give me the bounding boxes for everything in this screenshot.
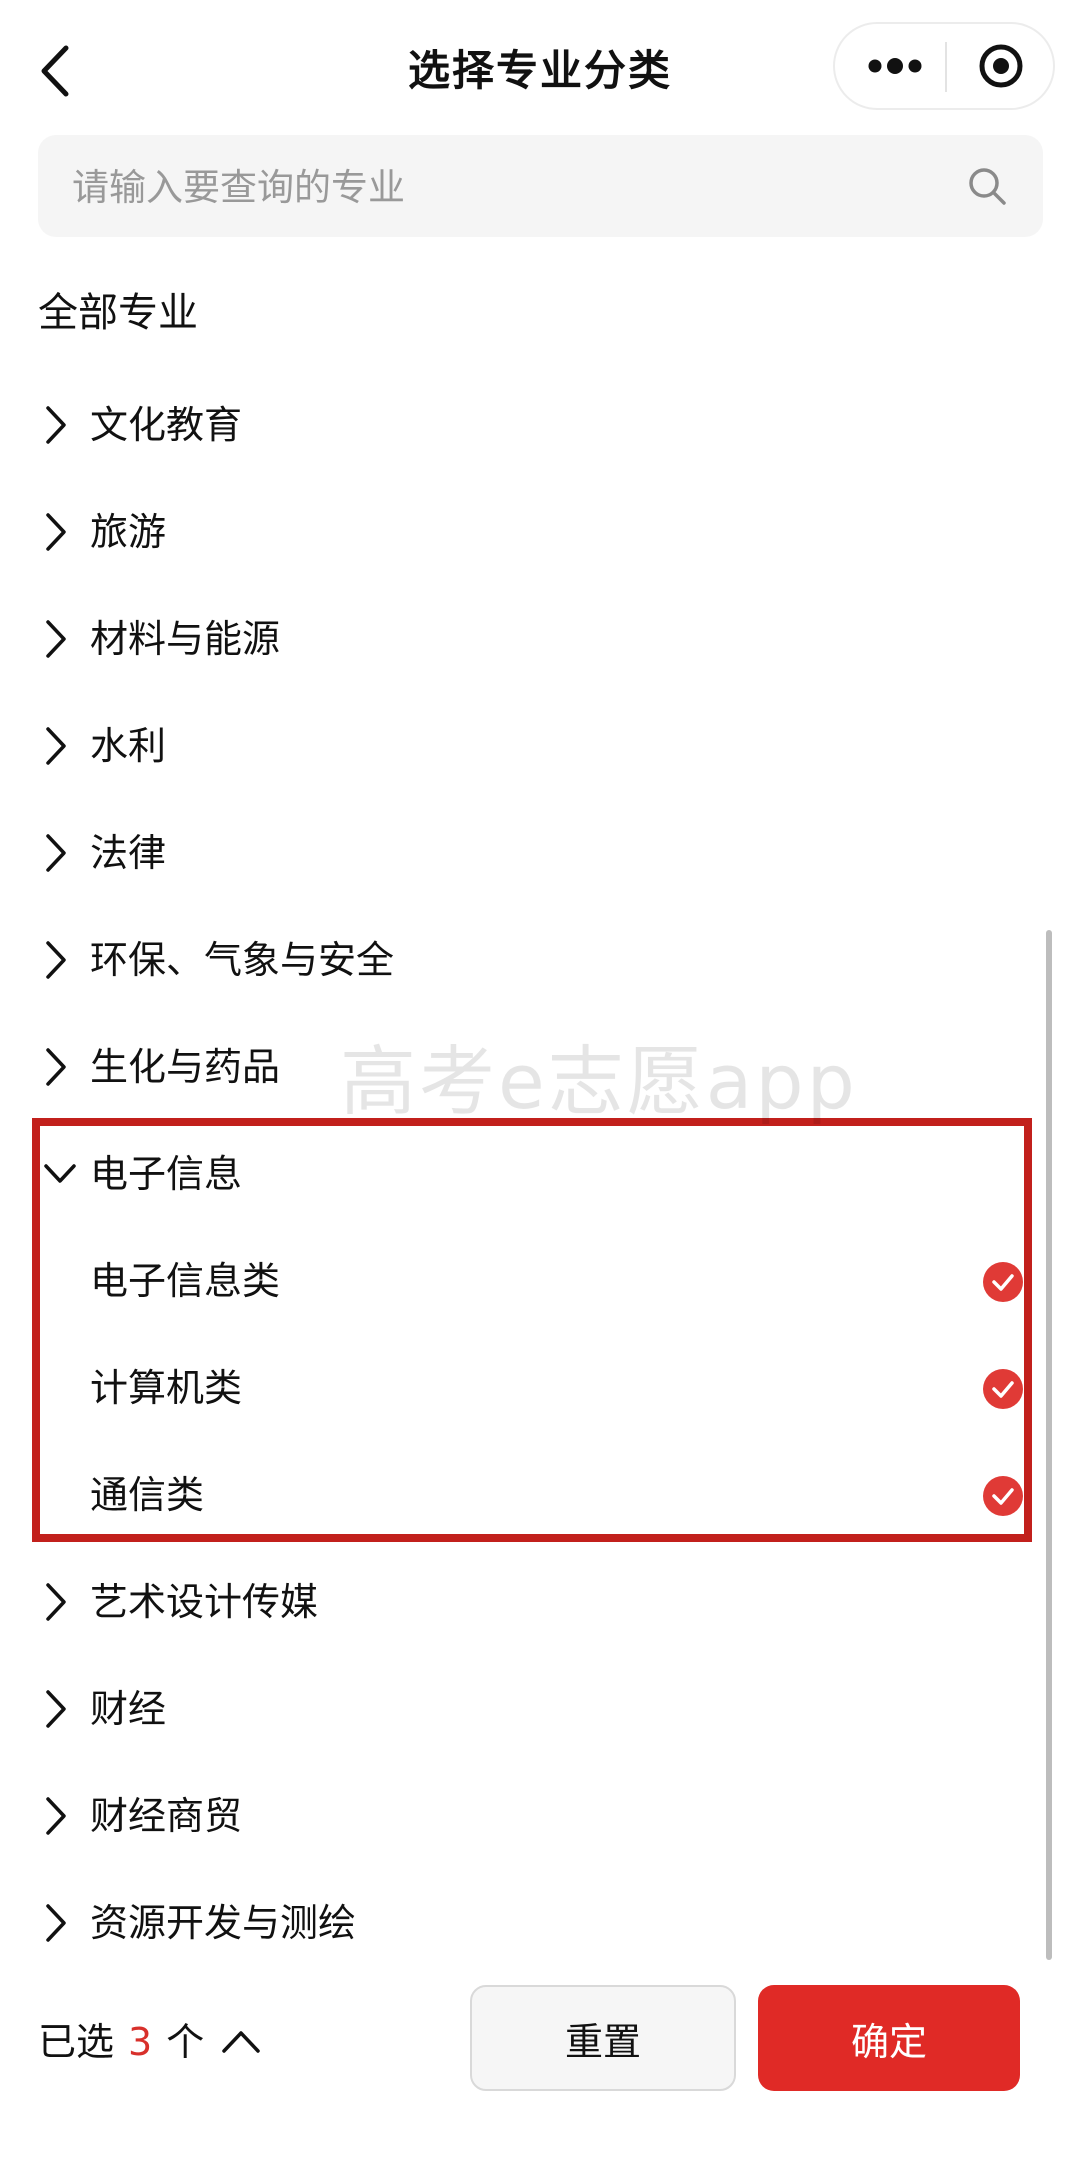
scrollbar[interactable] [1046, 930, 1052, 1960]
category-label: 资源开发与测绘 [90, 1901, 357, 1945]
category-row[interactable]: 艺术设计传媒 [0, 1549, 1080, 1656]
subcategory-row[interactable]: 通信类 [0, 1442, 1080, 1549]
search-icon[interactable] [964, 163, 1012, 211]
subcategory-row[interactable]: 计算机类 [0, 1335, 1080, 1442]
chevron-right-icon [46, 1797, 66, 1835]
chevron-right-icon [46, 513, 66, 551]
category-label: 环保、气象与安全 [90, 938, 395, 982]
reset-button[interactable]: 重置 [470, 1985, 736, 2091]
chevron-right-icon [46, 727, 66, 765]
category-label: 艺术设计传媒 [90, 1580, 319, 1624]
chevron-right-icon [46, 1583, 66, 1621]
category-label: 材料与能源 [90, 617, 281, 661]
confirm-button[interactable]: 确定 [758, 1985, 1020, 2091]
subcategory-row[interactable]: 电子信息类 [0, 1228, 1080, 1335]
chevron-right-icon [46, 620, 66, 658]
chevron-right-icon [46, 941, 66, 979]
selected-summary: 已选 3 个 [38, 2007, 204, 2077]
chevron-down-icon [44, 1164, 76, 1183]
category-row[interactable]: 财经商贸 [0, 1763, 1080, 1870]
target-circle-icon [979, 44, 1023, 88]
category-list: 文化教育 旅游 材料与能源 水利 法律 环保、气象与安全 生化与药品 电子信息 … [0, 372, 1080, 1977]
category-label: 电子信息 [90, 1152, 243, 1196]
chevron-right-icon [46, 1048, 66, 1086]
checked-circle-icon [983, 1262, 1023, 1302]
selected-count: 3 [128, 2020, 153, 2064]
category-label: 水利 [90, 724, 167, 768]
bottom-action-bar: 已选 3 个 重置 确定 [0, 1985, 1080, 2157]
subcategory-label: 计算机类 [90, 1366, 243, 1410]
selected-suffix: 个 [166, 2020, 205, 2064]
more-dots-icon [868, 58, 922, 74]
category-row[interactable]: 资源开发与测绘 [0, 1870, 1080, 1977]
chevron-up-icon[interactable] [218, 2021, 264, 2061]
category-label: 法律 [90, 831, 167, 875]
category-row[interactable]: 旅游 [0, 479, 1080, 586]
chevron-right-icon [46, 406, 66, 444]
category-row-expanded[interactable]: 电子信息 [0, 1121, 1080, 1228]
checked-circle-icon [983, 1369, 1023, 1409]
category-row[interactable]: 环保、气象与安全 [0, 907, 1080, 1014]
category-row[interactable]: 水利 [0, 693, 1080, 800]
chevron-right-icon [46, 1904, 66, 1942]
category-row[interactable]: 法律 [0, 800, 1080, 907]
category-label: 生化与药品 [90, 1045, 281, 1089]
capsule-divider [945, 42, 947, 92]
category-label: 旅游 [90, 510, 167, 554]
category-row[interactable]: 材料与能源 [0, 586, 1080, 693]
selected-prefix: 已选 [38, 2020, 115, 2064]
subcategory-label: 电子信息类 [90, 1259, 281, 1303]
more-button[interactable] [843, 34, 941, 98]
category-label: 文化教育 [90, 403, 243, 447]
search-input[interactable] [70, 135, 974, 239]
category-row[interactable]: 文化教育 [0, 372, 1080, 479]
section-title: 全部专业 [38, 290, 198, 336]
chevron-right-icon [46, 834, 66, 872]
mini-program-capsule [833, 22, 1055, 110]
chevron-right-icon [46, 1690, 66, 1728]
subcategory-label: 通信类 [90, 1473, 205, 1517]
checked-circle-icon [983, 1476, 1023, 1516]
nav-bar: 选择专业分类 [0, 0, 1080, 135]
category-label: 财经商贸 [90, 1794, 243, 1838]
close-program-button[interactable] [957, 34, 1045, 98]
category-row[interactable]: 财经 [0, 1656, 1080, 1763]
category-label: 财经 [90, 1687, 167, 1731]
search-bar [38, 135, 1043, 239]
category-row[interactable]: 生化与药品 [0, 1014, 1080, 1121]
